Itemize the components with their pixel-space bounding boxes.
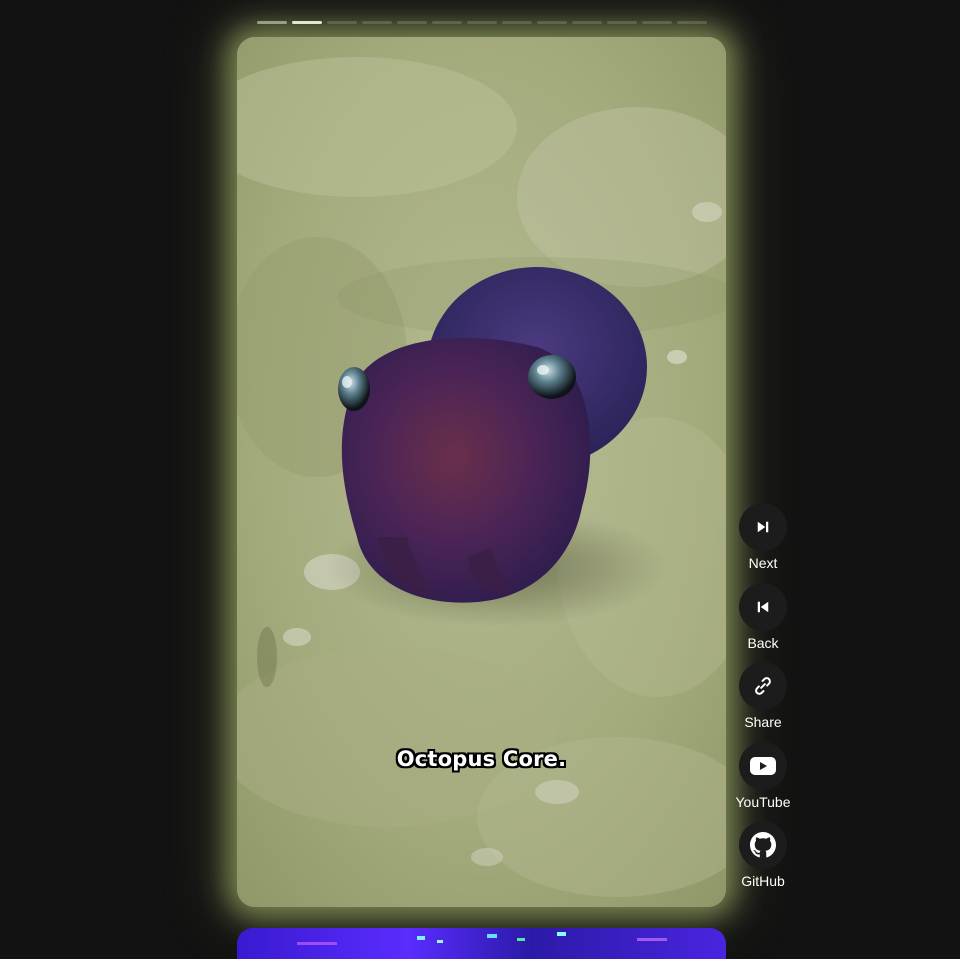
share-button[interactable]: Share — [733, 662, 793, 732]
progress-segment — [607, 21, 637, 24]
progress-segment — [432, 21, 462, 24]
shorts-viewer: Octopus Core. Next Back Share YouTube Gi… — [0, 0, 960, 959]
next-button-circle[interactable] — [739, 503, 787, 551]
skip-previous-icon — [757, 601, 769, 613]
progress-segment — [257, 21, 287, 24]
progress-segment — [467, 21, 497, 24]
link-icon — [755, 677, 771, 695]
youtube-icon — [750, 757, 776, 775]
progress-segment — [572, 21, 602, 24]
progress-segment — [397, 21, 427, 24]
youtube-label: YouTube — [735, 794, 791, 810]
progress-segment — [677, 21, 707, 24]
video-player[interactable]: Octopus Core. — [237, 37, 726, 907]
github-button-circle[interactable] — [739, 821, 787, 869]
video-caption: Octopus Core. — [396, 747, 567, 771]
progress-segment-active — [292, 21, 322, 24]
github-button[interactable]: GitHub — [733, 821, 793, 891]
video-frame — [237, 37, 726, 907]
share-button-circle[interactable] — [739, 662, 787, 710]
next-button[interactable]: Next — [733, 503, 793, 573]
youtube-button[interactable]: YouTube — [733, 742, 793, 812]
octopus-eye-left — [338, 367, 370, 411]
next-video-preview[interactable] — [237, 928, 726, 959]
progress-segment — [537, 21, 567, 24]
youtube-button-circle[interactable] — [739, 742, 787, 790]
next-video-thumbnail — [297, 932, 667, 945]
progress-bar — [257, 21, 707, 24]
progress-segment — [362, 21, 392, 24]
octopus-eye-right — [528, 355, 576, 399]
github-icon — [750, 832, 776, 858]
github-label: GitHub — [741, 873, 785, 889]
skip-next-icon — [757, 521, 769, 533]
back-button-circle[interactable] — [739, 583, 787, 631]
progress-segment — [502, 21, 532, 24]
back-label: Back — [747, 635, 779, 651]
progress-segment — [642, 21, 672, 24]
share-label: Share — [744, 714, 782, 730]
progress-segment — [327, 21, 357, 24]
next-label: Next — [748, 555, 778, 571]
back-button[interactable]: Back — [733, 583, 793, 653]
